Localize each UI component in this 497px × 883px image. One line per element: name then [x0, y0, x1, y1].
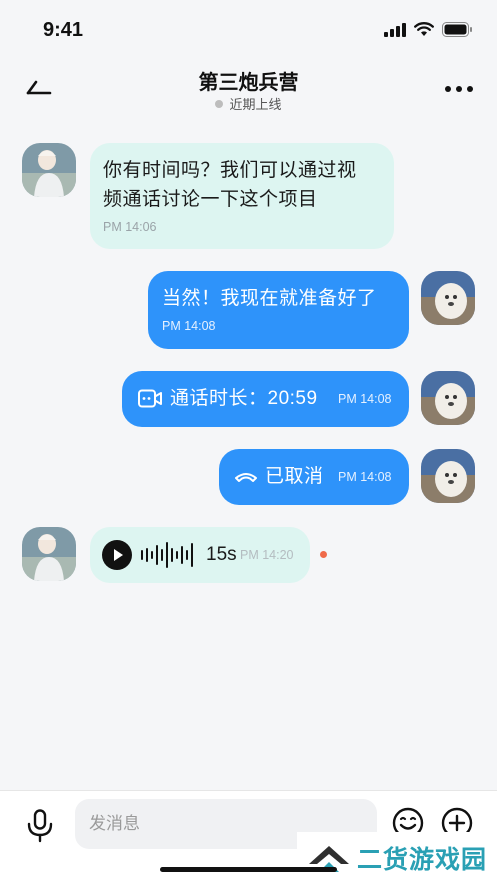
video-call-bubble[interactable]: 通话时长：20:59 PM 14:08 [122, 371, 409, 427]
watermark-text: 二货游戏园 [357, 845, 488, 874]
online-status-label: 近期上线 [229, 97, 282, 112]
message-timestamp: PM 14:08 [162, 319, 216, 333]
voice-duration: 15s [206, 544, 237, 565]
contact-avatar[interactable] [22, 527, 76, 581]
signal-icon [384, 22, 406, 37]
dog-photo-icon [421, 371, 475, 425]
status-time: 9:41 [43, 19, 84, 41]
message-timestamp: PM 14:20 [240, 548, 294, 562]
outgoing-message-bubble[interactable]: 当然！我现在就准备好了 PM 14:08 [148, 271, 409, 349]
play-button[interactable] [102, 540, 132, 570]
chat-title: 第三炮兵营 [198, 72, 299, 94]
message-text-line: 你有时间吗？我们可以通过视 [103, 160, 357, 181]
message-text-line: 频通话讨论一下这个项目 [103, 189, 318, 210]
status-bar: 9:41 [0, 0, 497, 54]
person-photo-icon [22, 527, 76, 581]
watermark: 二货游戏园 [297, 832, 497, 883]
microphone-icon [27, 809, 53, 843]
more-dots-icon [445, 86, 473, 92]
message-timestamp: PM 14:08 [338, 392, 392, 406]
call-duration-text: 通话时长：20:59 [170, 388, 318, 409]
video-camera-icon [138, 389, 162, 408]
wifi-icon [414, 22, 434, 36]
battery-icon [442, 22, 472, 37]
status-icons [384, 22, 473, 37]
voice-input-button[interactable] [22, 808, 58, 844]
cancelled-call-bubble[interactable]: 已取消 PM 14:08 [219, 449, 409, 505]
dog-photo-icon [421, 271, 475, 325]
incoming-message-bubble[interactable]: 你有时间吗？我们可以通过视 频通话讨论一下这个项目 PM 14:06 [90, 143, 394, 249]
my-avatar[interactable] [421, 271, 475, 325]
message-timestamp: PM 14:08 [338, 470, 392, 484]
hang-up-phone-icon [235, 473, 257, 482]
call-cancelled-text: 已取消 [265, 466, 324, 487]
dog-photo-icon [421, 449, 475, 503]
message-text: 当然！我现在就准备好了 [162, 288, 377, 309]
voice-message-bubble[interactable]: 15s PM 14:20 [90, 527, 310, 583]
my-avatar[interactable] [421, 371, 475, 425]
online-status: 近期上线 [0, 94, 497, 113]
my-avatar[interactable] [421, 449, 475, 503]
person-photo-icon [22, 143, 76, 197]
more-options-button[interactable] [439, 72, 479, 106]
status-dot-icon [215, 99, 224, 108]
chat-header: 第三炮兵营 近期上线 [0, 54, 497, 124]
contact-avatar[interactable] [22, 143, 76, 197]
play-icon [114, 549, 123, 561]
waveform-icon [141, 542, 193, 568]
unread-dot [320, 551, 327, 558]
message-timestamp: PM 14:06 [103, 220, 157, 234]
home-indicator [160, 867, 337, 872]
